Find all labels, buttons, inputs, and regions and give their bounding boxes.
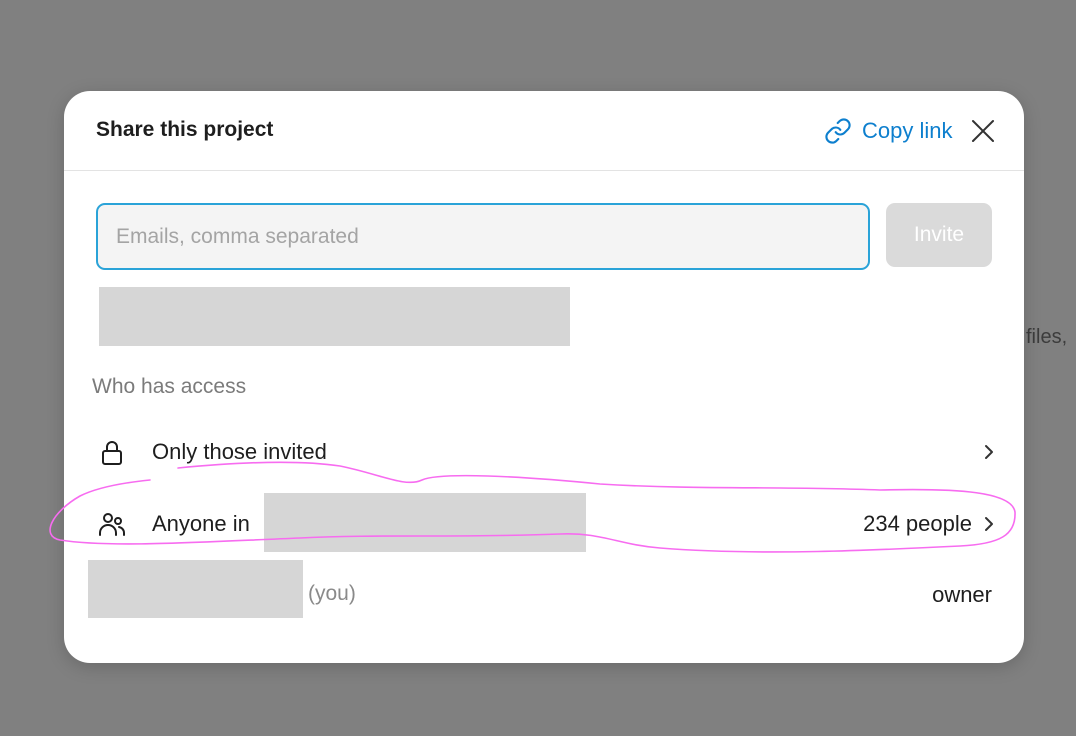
dialog-title: Share this project — [96, 118, 274, 141]
access-option-label: Only those invited — [152, 439, 327, 464]
redacted-organization-name — [264, 493, 586, 552]
people-icon — [98, 510, 126, 538]
who-has-access-label: Who has access — [92, 375, 247, 398]
background-text: files, — [1026, 326, 1068, 348]
share-dialog: Share this project Copy link Invite Who … — [64, 91, 1024, 663]
close-icon[interactable] — [970, 118, 996, 144]
dialog-header: Share this project Copy link — [64, 91, 1024, 171]
invite-button[interactable]: Invite — [886, 203, 992, 267]
link-icon — [824, 117, 852, 145]
access-option-label: Anyone in — [152, 511, 250, 536]
copy-link-button[interactable]: Copy link — [824, 116, 952, 146]
access-option-invited[interactable]: Only those invited — [92, 424, 996, 480]
chevron-right-icon — [982, 512, 996, 536]
role-owner: owner — [932, 582, 992, 607]
redacted-user-name — [88, 560, 303, 618]
email-input[interactable] — [96, 203, 870, 270]
member-count: 234 people — [863, 511, 972, 536]
copy-link-label: Copy link — [862, 118, 953, 143]
lock-icon — [98, 438, 126, 466]
chevron-right-icon — [982, 440, 996, 464]
redacted-block — [99, 287, 570, 346]
you-label: (you) — [308, 582, 356, 605]
